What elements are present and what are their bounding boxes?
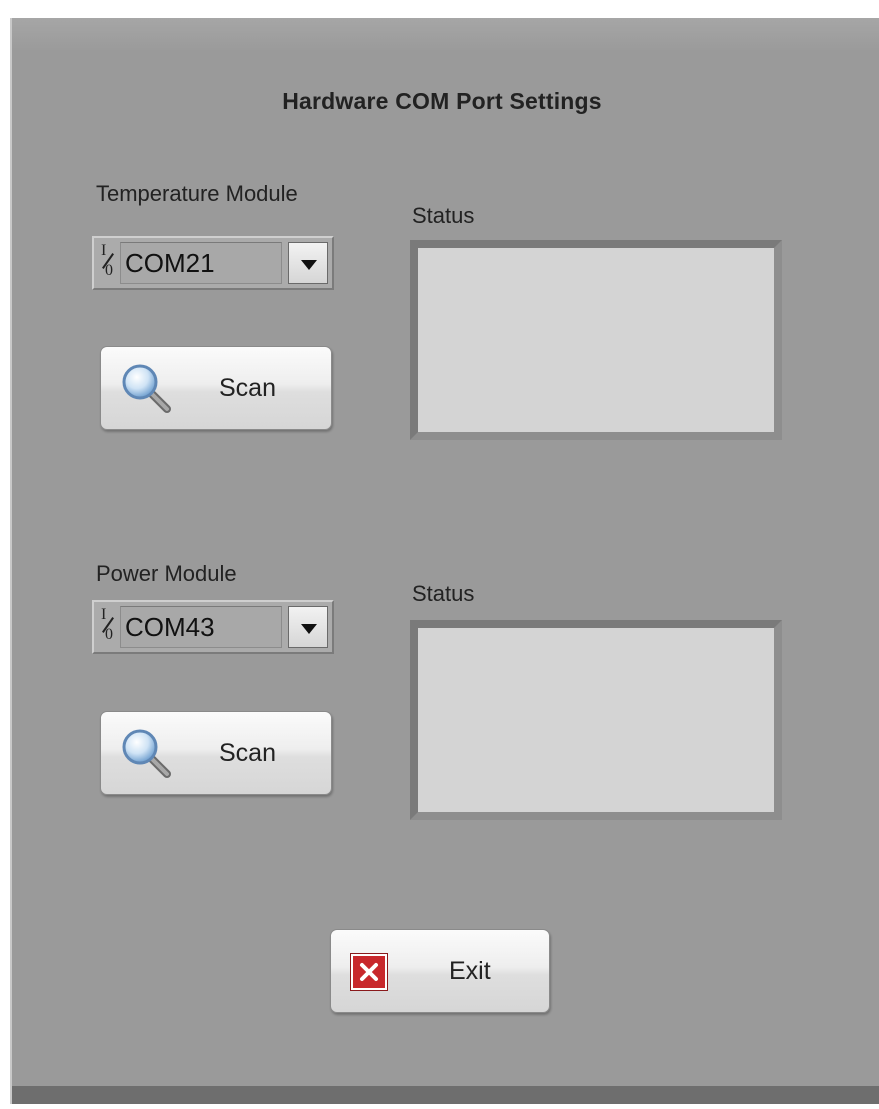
temperature-scan-label: Scan xyxy=(219,374,276,402)
temperature-port-dropdown-button[interactable] xyxy=(288,242,328,284)
power-status-label: Status xyxy=(412,581,475,606)
temperature-port-value[interactable]: COM21 xyxy=(120,242,282,284)
temperature-status-label: Status xyxy=(412,203,475,228)
power-port-select[interactable]: I0 COM43 xyxy=(92,600,334,654)
temperature-status-display xyxy=(410,240,782,440)
power-scan-label: Scan xyxy=(219,739,276,767)
page-title: Hardware COM Port Settings xyxy=(282,88,602,114)
temperature-module-label: Temperature Module xyxy=(96,181,298,206)
power-port-value[interactable]: COM43 xyxy=(120,606,282,648)
magnifier-icon xyxy=(122,364,171,413)
power-module-label: Power Module xyxy=(96,561,237,586)
settings-window: Hardware COM Port Settings Temperature M… xyxy=(10,18,879,1104)
dropdown-arrow-icon xyxy=(301,260,317,270)
magnifier-icon xyxy=(122,729,171,778)
exit-label: Exit xyxy=(449,957,491,985)
power-scan-button[interactable]: Scan xyxy=(100,711,332,795)
dropdown-arrow-icon xyxy=(301,624,317,634)
exit-button[interactable]: Exit xyxy=(330,929,550,1013)
temperature-port-select[interactable]: I0 COM21 xyxy=(92,236,334,290)
window-bottom-bar xyxy=(12,1086,879,1104)
power-status-display xyxy=(410,620,782,820)
red-x-icon xyxy=(351,954,387,990)
io-indicator-icon: I0 xyxy=(101,242,114,279)
power-port-dropdown-button[interactable] xyxy=(288,606,328,648)
io-indicator-icon: I0 xyxy=(101,606,114,643)
temperature-scan-button[interactable]: Scan xyxy=(100,346,332,430)
window-top-bar xyxy=(12,18,879,52)
